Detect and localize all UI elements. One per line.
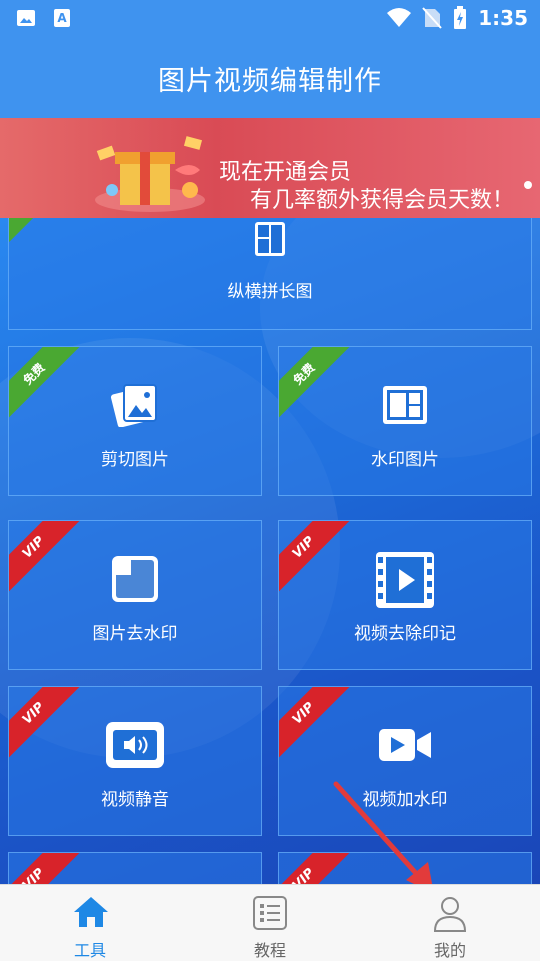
wifi-icon	[387, 8, 412, 27]
carousel-indicator	[524, 181, 532, 189]
person-icon	[433, 897, 467, 932]
collage-icon	[255, 222, 285, 256]
tool-card-more-1[interactable]: VIP	[8, 852, 262, 884]
tool-label: 图片去水印	[92, 624, 178, 644]
tool-label: 视频去除印记	[354, 624, 456, 644]
free-badge	[9, 218, 60, 269]
no-sim-icon	[422, 7, 442, 29]
app-notification-icon: A	[54, 9, 70, 27]
svg-text:A: A	[57, 11, 67, 25]
tab-label: 教程	[253, 941, 286, 960]
tool-label: 剪切图片	[101, 450, 169, 470]
tools-grid: 纵横拼长图 剪切图片 免费 水印图片 免费 图片去水印 VIP 视频去除印记 V…	[0, 218, 540, 884]
list-icon	[253, 896, 287, 930]
status-time: 1:35	[478, 6, 528, 30]
tool-card-video-remove-mark[interactable]: 视频去除印记 VIP	[278, 520, 532, 670]
vip-badge: VIP	[9, 521, 83, 597]
battery-charging-icon	[454, 6, 467, 29]
tab-label: 我的	[433, 941, 466, 960]
vip-badge: VIP	[9, 687, 83, 763]
bottom-tab-bar: 工具 教程 我的	[0, 884, 540, 961]
free-badge: 免费	[279, 347, 353, 423]
tab-mine[interactable]: 我的	[360, 885, 540, 961]
photos-icon	[110, 384, 157, 427]
frame-icon	[112, 556, 158, 602]
tool-label: 纵横拼长图	[227, 282, 313, 302]
page-title: 图片视频编辑制作	[158, 65, 382, 97]
tool-label: 水印图片	[371, 450, 439, 470]
video-mute-icon	[106, 722, 164, 768]
tab-tools[interactable]: 工具	[0, 885, 180, 961]
tool-card-long-collage[interactable]: 纵横拼长图	[8, 218, 532, 330]
app-header: 图片视频编辑制作	[0, 38, 540, 118]
tool-card-crop-image[interactable]: 剪切图片 免费	[8, 346, 262, 496]
banner-line2: 有几率额外获得会员天数！	[250, 188, 515, 213]
vip-promo-banner[interactable]: 现在开通会员 有几率额外获得会员天数！	[0, 118, 540, 218]
film-play-icon	[376, 552, 434, 608]
red-arrow-annotation	[333, 781, 434, 894]
layout-icon	[383, 386, 427, 424]
tool-card-watermark-image[interactable]: 水印图片 免费	[278, 346, 532, 496]
tool-card-video-mute[interactable]: 视频静音 VIP	[8, 686, 262, 836]
status-bar: A 1:35	[0, 0, 540, 38]
image-notification-icon	[17, 10, 35, 26]
tool-label: 视频静音	[101, 790, 169, 810]
free-badge: 免费	[9, 347, 83, 423]
gift-illustration	[95, 136, 205, 212]
vip-badge: VIP	[279, 687, 353, 763]
vip-badge: VIP	[279, 521, 353, 597]
home-icon	[74, 897, 108, 927]
vip-badge: VIP	[9, 853, 83, 884]
tab-tutorial[interactable]: 教程	[180, 885, 360, 961]
video-camera-icon	[379, 729, 431, 761]
tab-label: 工具	[73, 941, 106, 960]
tool-card-remove-watermark[interactable]: 图片去水印 VIP	[8, 520, 262, 670]
